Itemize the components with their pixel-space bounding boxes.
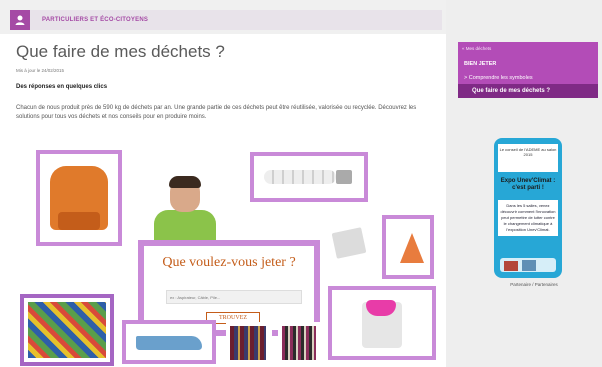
sidebar: « Mes déchets BIEN JETER > Comprendre le… [446, 0, 602, 367]
subheading: Des réponses en quelques clics [16, 84, 108, 90]
promo-caption: Partenaire / Partenaires [510, 282, 558, 287]
sidebar-item-symboles[interactable]: > Comprendre les symboles [458, 72, 598, 84]
shoe-image[interactable] [122, 320, 216, 364]
clothes-image[interactable] [226, 322, 272, 366]
promo-top-text: Le conseil de l'ADEME au salon 2015 [498, 144, 558, 172]
section-title[interactable]: PARTICULIERS ET ÉCO-CITOYENS [42, 17, 148, 23]
main-content: Que faire de mes déchets ? Mis à jour le… [10, 34, 442, 367]
armchair-image[interactable] [36, 150, 122, 246]
lightbulb-image[interactable] [250, 152, 368, 202]
waste-collage: Que voulez-vous jeter ? TROUVEZ [10, 142, 442, 367]
cone-image[interactable] [382, 215, 434, 279]
page-title: Que faire de mes déchets ? [16, 42, 225, 61]
paint-can-image[interactable] [328, 286, 436, 360]
back-link[interactable]: « Mes déchets [458, 42, 598, 56]
promo-illustration [500, 258, 556, 272]
sidebar-item-active[interactable]: Que faire de mes déchets ? [458, 84, 598, 98]
promo-title: Expo Unev'Climat : c'est parti ! [500, 178, 556, 191]
person-image [150, 176, 220, 248]
search-heading: Que voulez-vous jeter ? [162, 255, 296, 270]
updated-date: Mis à jour le 24/02/2015 [16, 68, 65, 73]
phone-image[interactable] [328, 220, 372, 270]
nav-heading[interactable]: BIEN JETER [458, 56, 598, 72]
toys-image[interactable] [20, 294, 114, 366]
user-icon [10, 10, 30, 30]
promo-banner[interactable]: Le conseil de l'ADEME au salon 2015 Expo… [494, 138, 562, 278]
sidebar-nav: « Mes déchets BIEN JETER > Comprendre le… [458, 42, 598, 98]
intro-paragraph: Chacun de nous produit près de 590 kg de… [16, 105, 417, 120]
promo-body: Dans les 5 salles, venez découvrir comme… [498, 200, 558, 236]
clothes-rack-image[interactable] [278, 322, 322, 366]
section-header: PARTICULIERS ET ÉCO-CITOYENS [10, 10, 442, 30]
search-input[interactable] [166, 290, 302, 304]
